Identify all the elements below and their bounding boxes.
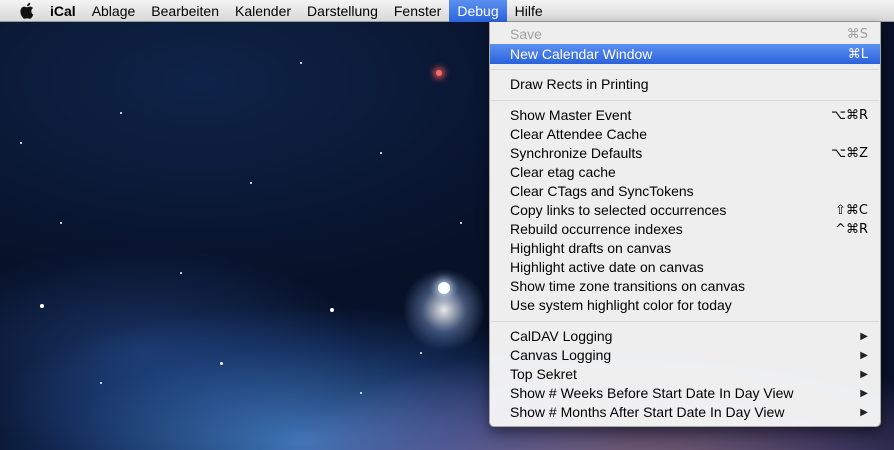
menu-item-label: Clear Attendee Cache xyxy=(510,126,647,142)
menu-item-label: Save xyxy=(510,26,542,42)
menu-item[interactable]: Highlight drafts on canvas xyxy=(490,239,880,258)
star xyxy=(460,222,462,224)
menu-item[interactable]: Clear Attendee Cache xyxy=(490,125,880,144)
star xyxy=(420,352,422,354)
submenu-item-caldav-logging[interactable]: CalDAV Logging ▶ xyxy=(490,327,880,346)
star xyxy=(360,392,362,394)
star xyxy=(40,304,44,308)
menu-item-label: Highlight active date on canvas xyxy=(510,259,704,275)
menu-item-label: CalDAV Logging xyxy=(510,328,613,344)
star xyxy=(380,152,382,154)
menu-bar: iCal Ablage Bearbeiten Kalender Darstell… xyxy=(0,0,894,22)
menu-item-new-calendar-window[interactable]: New Calendar Window ⌘L xyxy=(490,44,880,64)
menu-item-shortcut: ^⌘R xyxy=(835,222,868,237)
menu-debug[interactable]: Debug xyxy=(449,0,507,22)
submenu-item-top-sekret[interactable]: Top Sekret ▶ xyxy=(490,365,880,384)
menu-item[interactable]: Show time zone transitions on canvas xyxy=(490,277,880,296)
menu-bearbeiten[interactable]: Bearbeiten xyxy=(143,0,227,22)
menu-item[interactable]: Clear etag cache xyxy=(490,163,880,182)
menu-item-shortcut: ⇧⌘C xyxy=(835,203,868,218)
menu-kalender[interactable]: Kalender xyxy=(227,0,299,22)
menu-item-label: Copy links to selected occurrences xyxy=(510,202,727,218)
menu-item-shortcut: ⌥⌘Z xyxy=(831,146,868,161)
menu-item-save: Save ⌘S xyxy=(490,25,880,44)
menu-ablage[interactable]: Ablage xyxy=(84,0,144,22)
menu-item-label: Canvas Logging xyxy=(510,347,612,363)
menu-item-label: Clear etag cache xyxy=(510,164,616,180)
star xyxy=(220,362,223,365)
star xyxy=(20,142,22,144)
menu-item-label: New Calendar Window xyxy=(510,45,653,62)
menu-app-ical[interactable]: iCal xyxy=(41,0,84,22)
menu-item-label: Top Sekret xyxy=(510,366,577,382)
menu-item[interactable]: Clear CTags and SyncTokens xyxy=(490,182,880,201)
debug-dropdown-menu: Save ⌘S New Calendar Window ⌘L Draw Rect… xyxy=(489,22,881,427)
menu-item-shortcut: ⌥⌘R xyxy=(830,108,868,123)
menu-item-label: Draw Rects in Printing xyxy=(510,76,649,92)
star xyxy=(330,308,334,312)
star xyxy=(438,282,450,294)
star xyxy=(120,112,122,114)
menu-item[interactable]: Copy links to selected occurrences ⇧⌘C xyxy=(490,201,880,220)
menu-item-label: Clear CTags and SyncTokens xyxy=(510,183,694,199)
star xyxy=(300,62,302,64)
submenu-arrow-icon: ▶ xyxy=(860,350,868,361)
menu-item[interactable]: Rebuild occurrence indexes ^⌘R xyxy=(490,220,880,239)
menu-item-label: Highlight drafts on canvas xyxy=(510,240,672,256)
star xyxy=(436,70,442,76)
submenu-item-canvas-logging[interactable]: Canvas Logging ▶ xyxy=(490,346,880,365)
submenu-arrow-icon: ▶ xyxy=(860,331,868,342)
menu-hilfe[interactable]: Hilfe xyxy=(507,0,551,22)
menu-separator xyxy=(491,321,879,322)
star xyxy=(250,182,252,184)
star xyxy=(180,272,182,274)
menu-item-label: Show Master Event xyxy=(510,107,632,123)
star xyxy=(100,382,102,384)
menu-item[interactable]: Show Master Event ⌥⌘R xyxy=(490,106,880,125)
menu-separator xyxy=(491,100,879,101)
submenu-arrow-icon: ▶ xyxy=(860,369,868,380)
menu-item-label: Synchronize Defaults xyxy=(510,145,643,161)
menu-item-label: Show time zone transitions on canvas xyxy=(510,278,746,294)
menu-item-label: Show # Weeks Before Start Date In Day Vi… xyxy=(510,385,794,401)
submenu-arrow-icon: ▶ xyxy=(860,407,868,418)
menu-item[interactable]: Synchronize Defaults ⌥⌘Z xyxy=(490,144,880,163)
star xyxy=(60,222,62,224)
menu-fenster[interactable]: Fenster xyxy=(386,0,449,22)
menu-darstellung[interactable]: Darstellung xyxy=(299,0,386,22)
submenu-arrow-icon: ▶ xyxy=(860,388,868,399)
submenu-item-weeks-before[interactable]: Show # Weeks Before Start Date In Day Vi… xyxy=(490,384,880,403)
menu-item-label: Show # Months After Start Date In Day Vi… xyxy=(510,404,785,420)
menu-item-label: Use system highlight color for today xyxy=(510,297,732,313)
menu-item-shortcut: ⌘L xyxy=(847,46,868,62)
menu-item-draw-rects[interactable]: Draw Rects in Printing xyxy=(490,75,880,94)
menu-item-shortcut: ⌘S xyxy=(846,27,868,42)
menu-item-label: Rebuild occurrence indexes xyxy=(510,221,683,237)
submenu-item-months-after[interactable]: Show # Months After Start Date In Day Vi… xyxy=(490,403,880,422)
menu-item[interactable]: Highlight active date on canvas xyxy=(490,258,880,277)
menu-item[interactable]: Use system highlight color for today xyxy=(490,296,880,315)
apple-icon[interactable] xyxy=(17,2,35,20)
menu-separator xyxy=(491,69,879,70)
